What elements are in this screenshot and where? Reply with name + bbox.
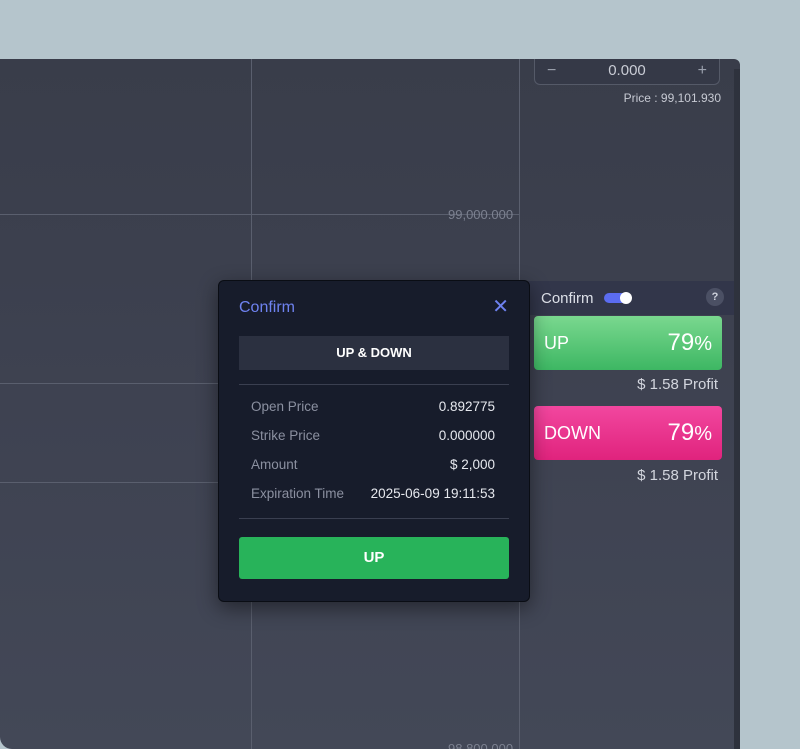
detail-key: Open Price bbox=[251, 399, 319, 414]
toggle-knob bbox=[619, 292, 632, 304]
divider bbox=[239, 384, 509, 385]
up-label: UP bbox=[544, 332, 570, 353]
detail-value: 2025-06-09 19:11:53 bbox=[370, 486, 495, 501]
confirm-toggle-label: Confirm bbox=[541, 289, 594, 307]
detail-row-strike-price: Strike Price 0.000000 bbox=[251, 428, 495, 443]
detail-row-amount: Amount $ 2,000 bbox=[251, 457, 495, 472]
current-price: Price : 99,101.930 bbox=[623, 91, 721, 105]
dialog-title: Confirm bbox=[239, 299, 296, 316]
confirm-toggle-switch[interactable] bbox=[603, 292, 632, 304]
help-icon[interactable]: ? bbox=[706, 288, 724, 306]
confirm-dialog: Confirm ✕ UP & DOWN Open Price 0.892775 … bbox=[218, 280, 530, 602]
up-trade-button[interactable]: UP 79% bbox=[534, 316, 722, 370]
price-axis-label: 99,000.000 bbox=[448, 207, 514, 222]
trade-mode-label: UP & DOWN bbox=[239, 336, 509, 370]
down-trade-button[interactable]: DOWN 79% bbox=[534, 406, 722, 460]
chart-gridline-horizontal bbox=[0, 214, 519, 215]
page-background: 99,000.000 98,800.000 − 0.000 + Price : … bbox=[0, 0, 800, 749]
close-icon[interactable]: ✕ bbox=[492, 297, 509, 317]
price-axis-label: 98,800.000 bbox=[448, 741, 514, 749]
decrement-button[interactable]: − bbox=[547, 62, 556, 80]
increment-button[interactable]: + bbox=[698, 62, 707, 80]
up-profit: $ 1.58 Profit bbox=[637, 376, 718, 393]
detail-row-expiration-time: Expiration Time 2025-06-09 19:11:53 bbox=[251, 486, 495, 501]
detail-value: 0.892775 bbox=[438, 399, 495, 414]
window-edge bbox=[734, 69, 740, 749]
detail-key: Expiration Time bbox=[251, 486, 345, 501]
detail-row-open-price: Open Price 0.892775 bbox=[251, 399, 495, 414]
down-payout: 79% bbox=[667, 419, 713, 446]
detail-value: 0.000000 bbox=[438, 428, 495, 443]
confirm-up-button[interactable]: UP bbox=[239, 537, 509, 579]
divider bbox=[239, 518, 509, 519]
detail-key: Strike Price bbox=[251, 428, 321, 443]
down-profit: $ 1.58 Profit bbox=[637, 467, 718, 484]
detail-key: Amount bbox=[251, 457, 298, 472]
down-label: DOWN bbox=[544, 422, 601, 443]
detail-value: $ 2,000 bbox=[449, 457, 495, 472]
up-payout: 79% bbox=[667, 329, 713, 356]
confirm-toggle-bar: Confirm ? bbox=[528, 281, 734, 315]
amount-stepper: − 0.000 + bbox=[534, 59, 720, 85]
amount-value[interactable]: 0.000 bbox=[608, 62, 646, 79]
